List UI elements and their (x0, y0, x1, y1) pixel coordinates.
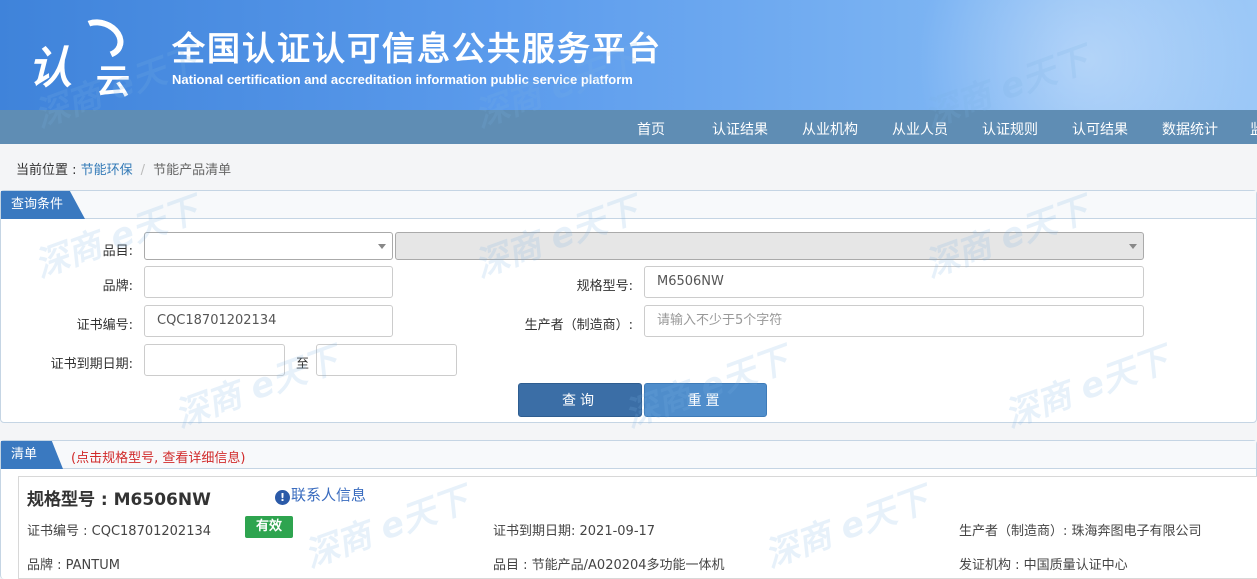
logo-text-yun: 云 (96, 62, 130, 102)
expiry-to-label: 至 (295, 357, 309, 372)
nav-item-personnel[interactable]: 从业人员 (892, 119, 948, 139)
query-panel-tab: 查询条件 (1, 191, 86, 219)
logo-text-ren: 认 (28, 43, 72, 94)
result-category: 品目 : 节能产品/A020204多功能一体机 (493, 558, 725, 573)
site-title: 全国认证认可信息公共服务平台 (172, 29, 662, 68)
brand-input[interactable] (144, 266, 393, 298)
category-label: 品目: (102, 244, 133, 259)
nav-item-institutions[interactable]: 从业机构 (802, 119, 858, 139)
query-panel-header: 查询条件 (1, 191, 1256, 219)
chevron-down-icon (378, 244, 386, 249)
nav-item-home[interactable]: 首页 (637, 119, 665, 139)
breadcrumb-prefix: 当前位置 : (16, 163, 81, 178)
list-panel-tab: 清单 (1, 441, 64, 469)
expiry-start-input[interactable] (144, 344, 285, 376)
main-nav: 首页 认证结果 从业机构 从业人员 认证规则 认可结果 数据统计 监 (0, 110, 1257, 144)
list-panel-header: 清单 (点击规格型号, 查看详细信息) (1, 441, 1256, 469)
category-select[interactable] (144, 232, 393, 260)
breadcrumb: 当前位置 : 节能环保 / 节能产品清单 (16, 159, 231, 178)
cert-no-label: 证书编号: (76, 318, 133, 333)
breadcrumb-current: 节能产品清单 (153, 163, 232, 178)
subcategory-select (395, 232, 1144, 260)
result-issuer: 发证机构 : 中国质量认证中心 (959, 558, 1128, 573)
breadcrumb-section-link[interactable]: 节能环保 (81, 163, 133, 178)
nav-item-statistics[interactable]: 数据统计 (1162, 119, 1218, 139)
breadcrumb-separator: / (140, 163, 146, 178)
list-panel-note: (点击规格型号, 查看详细信息) (71, 451, 246, 466)
result-model-link[interactable]: 规格型号 : M6506NW (27, 485, 211, 510)
result-maker: 生产者（制造商）: 珠海奔图电子有限公司 (959, 524, 1202, 539)
info-icon: ! (275, 490, 290, 505)
model-input[interactable]: M6506NW (644, 266, 1144, 298)
reset-button[interactable]: 重置 (644, 383, 767, 417)
maker-label: 生产者（制造商）: (524, 318, 633, 333)
query-panel: 查询条件 品目: 品牌: 规格型号: M6506NW 证书编号: CQC1870… (0, 190, 1257, 423)
query-button[interactable]: 查询 (518, 383, 642, 417)
contact-info-link[interactable]: ! 联系人信息 (275, 484, 366, 505)
result-cert-no: 证书编号 : CQC18701202134 (27, 524, 212, 539)
status-badge: 有效 (245, 516, 293, 538)
chevron-down-icon (1129, 244, 1137, 249)
nav-item-cert-results[interactable]: 认证结果 (712, 119, 768, 139)
result-brand: 品牌 : PANTUM (27, 558, 120, 573)
result-expiry: 证书到期日期: 2021-09-17 (493, 524, 656, 539)
result-card: 规格型号 : M6506NW ! 联系人信息 证书编号 : CQC18701202… (18, 476, 1257, 579)
site-logo[interactable]: 认 云 (28, 12, 143, 102)
model-label: 规格型号: (576, 279, 633, 294)
brand-label: 品牌: (102, 279, 133, 294)
nav-item-accreditation[interactable]: 认可结果 (1072, 119, 1128, 139)
header-banner: 认 云 全国认证认可信息公共服务平台 National certificatio… (0, 0, 1257, 110)
banner-glow (877, 0, 1257, 110)
cert-no-input[interactable]: CQC18701202134 (144, 305, 393, 337)
site-subtitle: National certification and accreditation… (172, 72, 633, 87)
expiry-label: 证书到期日期: (50, 357, 133, 372)
nav-item-supervision[interactable]: 监 (1250, 119, 1257, 139)
maker-input[interactable]: 请输入不少于5个字符 (644, 305, 1144, 337)
nav-item-cert-rules[interactable]: 认证规则 (982, 119, 1038, 139)
expiry-end-input[interactable] (316, 344, 457, 376)
contact-info-label: 联系人信息 (291, 486, 367, 504)
